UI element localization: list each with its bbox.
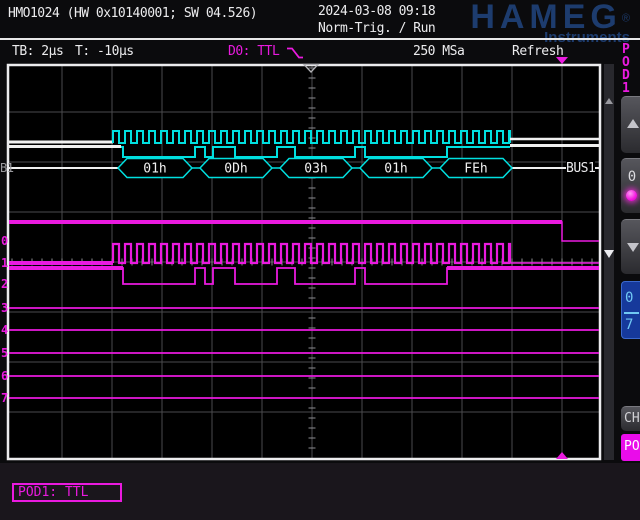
trace-ch1-clock (113, 244, 510, 263)
device-info: HMO1024 (HW 0x10140001; SW 04.526) (8, 6, 257, 21)
channel-label-2: 2 (1, 277, 8, 291)
scrollbar-up-icon[interactable] (605, 98, 613, 104)
pod-button[interactable]: PO (621, 434, 640, 461)
trigger-position-marker-icon (304, 65, 318, 73)
trace-d0-clock (113, 131, 510, 143)
pod-status-label: POD1: TTL (18, 485, 88, 500)
down-arrow-icon (627, 243, 639, 252)
bus-value: FEh (464, 162, 487, 177)
datetime: 2024-03-08 09:18 (318, 4, 435, 19)
selected-channel-value: 0 (621, 169, 640, 185)
grid-background (8, 65, 600, 459)
channel-label-7: 7 (1, 391, 8, 405)
trigger-source-label: D0: TTL (228, 44, 279, 59)
up-arrow-icon (627, 119, 639, 128)
cursor-bottom-marker-icon (556, 452, 568, 459)
gridlines (9, 66, 599, 458)
registered-mark-icon: ® (622, 13, 630, 25)
bus-segment: 01h (360, 159, 432, 178)
bus-segment: FEh (440, 159, 512, 178)
traces (8, 131, 600, 398)
channel-label-3: 3 (1, 301, 8, 315)
bus-segment: 03h (280, 159, 352, 178)
bus-left-label: B1 (0, 161, 13, 175)
channel-label-1: 1 (1, 256, 8, 270)
range-divider (624, 312, 639, 314)
active-channel-indicator-icon (626, 190, 637, 201)
pod-button-label: PO (624, 439, 640, 454)
channel-range-button[interactable]: 0 7 (621, 281, 640, 339)
timebase-label: TB: 2µs (12, 44, 63, 59)
ch-button-label: CH (624, 411, 640, 426)
range-top-value: 0 (625, 290, 633, 306)
bus-name-label: BUS1 (566, 161, 595, 176)
falling-edge-icon (286, 46, 304, 60)
bus-value: 01h (143, 162, 166, 177)
bus-decode: 01h 0Dh 03h 01h FEh (118, 159, 512, 178)
vertical-scrollbar[interactable] (604, 64, 614, 460)
pod-status-box: POD1: TTL (12, 483, 122, 502)
channel-label-5: 5 (1, 346, 8, 360)
header-separator (0, 38, 640, 40)
pod-title-vertical: POD1 (622, 43, 630, 95)
bus-value: 01h (384, 162, 407, 177)
trace-ch0 (8, 222, 600, 241)
bus-value: 03h (304, 162, 327, 177)
markers (304, 57, 614, 459)
bus-value: 0Dh (224, 162, 247, 177)
grid-border (8, 65, 600, 459)
oscilloscope-screen: HMO1024 (HW 0x10140001; SW 04.526) 2024-… (0, 0, 640, 520)
trace-d1-data (121, 147, 510, 157)
bus-segment: 0Dh (200, 159, 272, 178)
ch-button[interactable]: CH (621, 406, 640, 431)
sample-rate-label: 250 MSa (413, 44, 464, 59)
channel-label-0: 0 (1, 234, 8, 248)
acquisition-mode-label: Refresh (512, 44, 563, 59)
pod-title-letter: 1 (622, 82, 630, 95)
trigger-status: Norm-Trig. / Run (318, 21, 435, 36)
bus-segment: 01h (118, 159, 192, 178)
axis-ticks (12, 68, 592, 448)
waveform-display: 01h 0Dh 03h 01h FEh (0, 0, 640, 520)
range-bottom-value: 7 (625, 317, 633, 333)
selected-channel-button[interactable]: 0 (621, 158, 640, 213)
channel-label-6: 6 (1, 369, 8, 383)
channel-label-4: 4 (1, 323, 8, 337)
trigger-time-label: T: -10µs (75, 44, 134, 59)
trace-ch2 (8, 268, 600, 284)
channel-up-button[interactable] (621, 96, 640, 153)
channel-down-button[interactable] (621, 219, 640, 274)
